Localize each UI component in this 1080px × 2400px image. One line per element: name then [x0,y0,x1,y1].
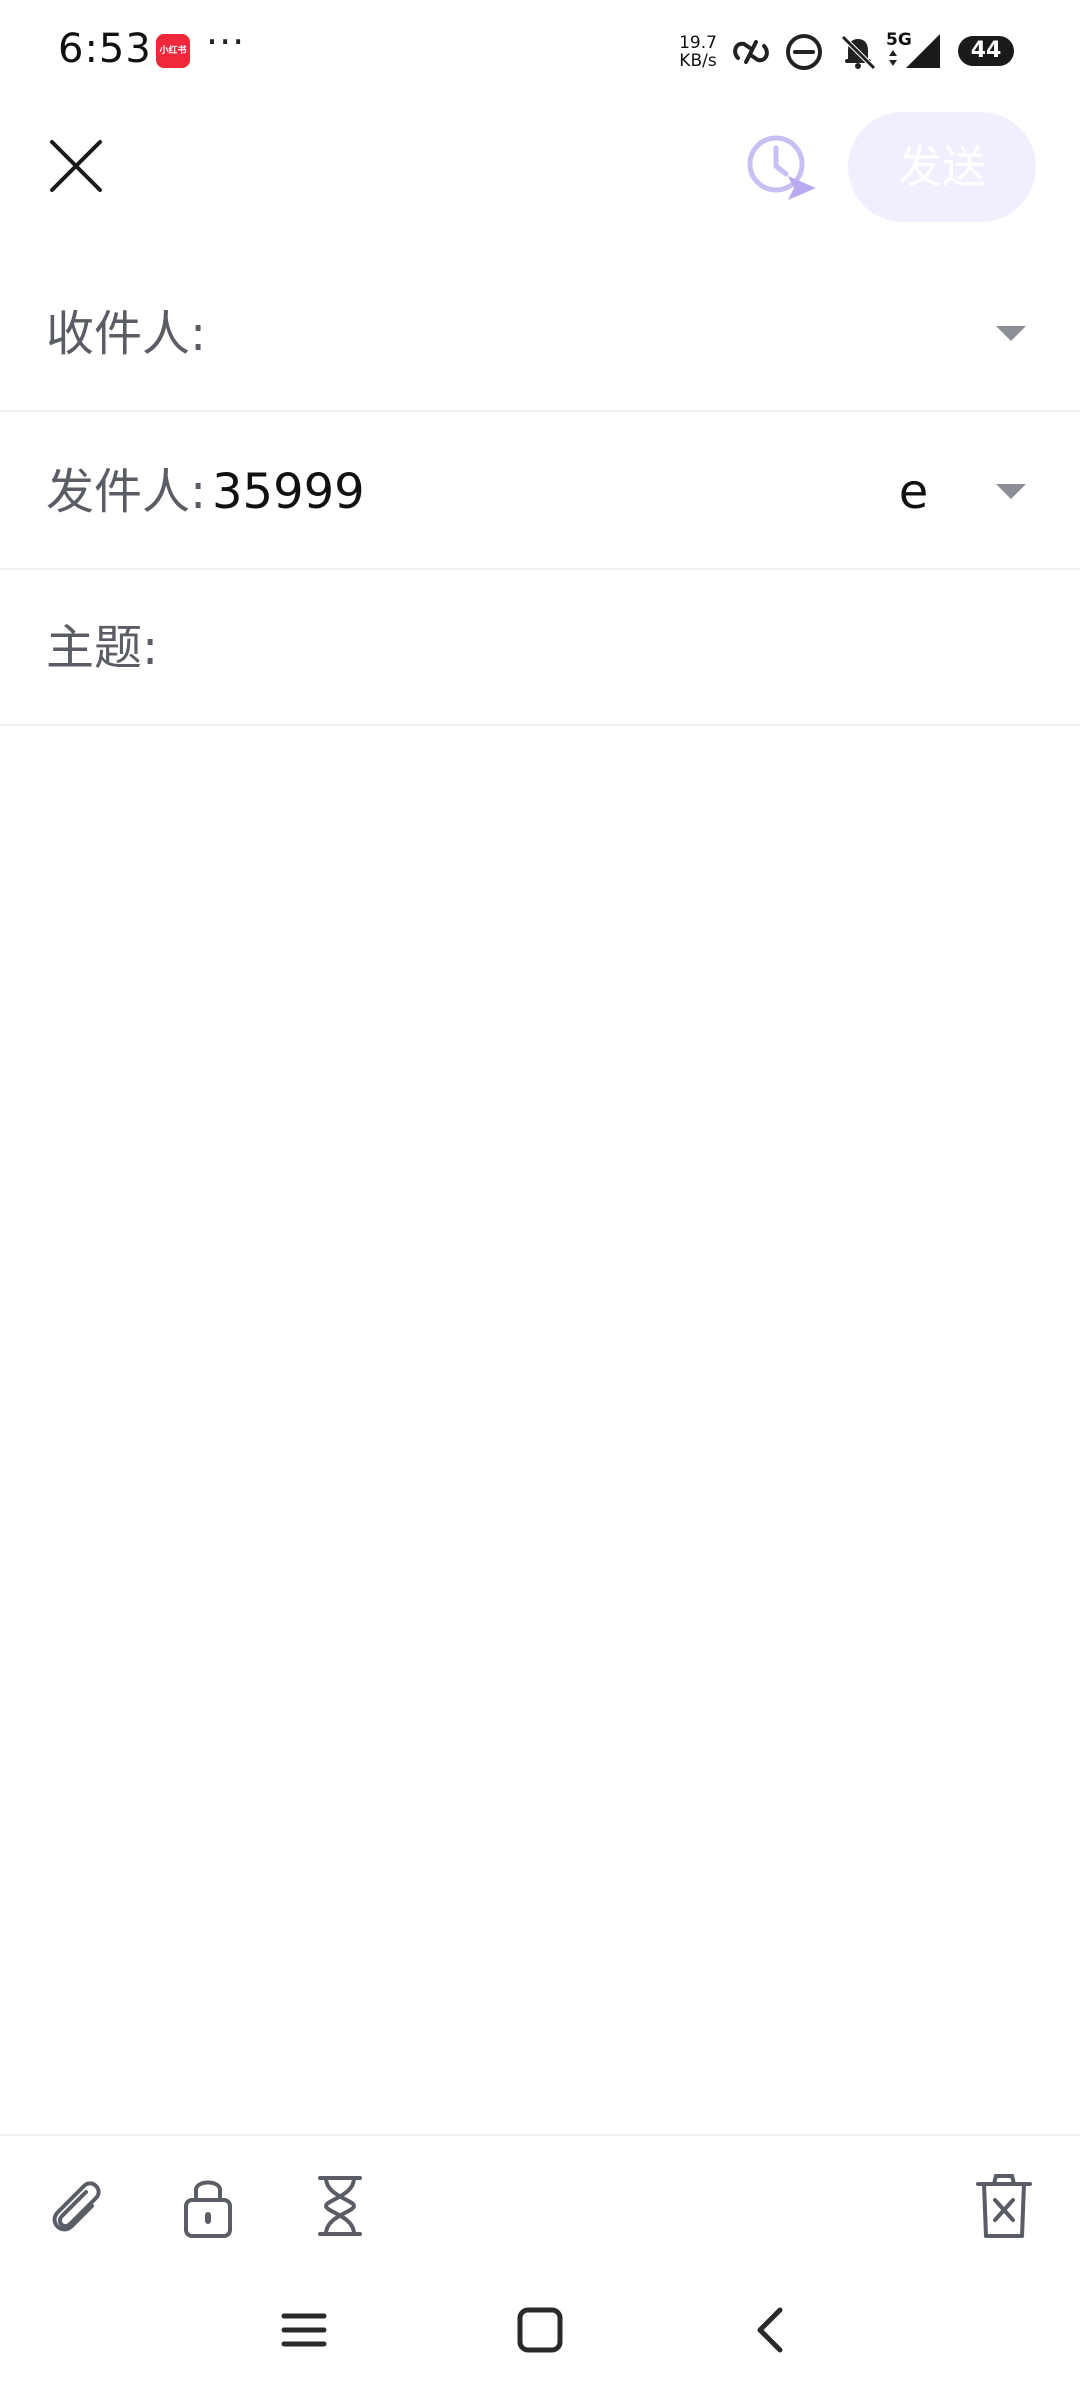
sender-row[interactable]: 发件人: 35999 e [0,414,1080,570]
xiaohongshu-app-icon: 小红书 [156,34,190,68]
status-time: 6:53 [58,26,152,72]
data-activity-icon [889,50,897,66]
more-notifications-icon: ··· [206,20,246,64]
network-speed-unit: KB/s [679,51,717,71]
sender-dropdown-icon[interactable] [996,484,1026,499]
recipient-label: 收件人: [46,306,207,362]
hotspot-link-icon [733,40,769,64]
recipient-dropdown-icon[interactable] [996,326,1026,341]
close-icon[interactable] [44,134,108,198]
compose-email-screen: 6:53 小红书 ··· 19.7 KB/s 5G 44 发送 收件人: 发件人… [0,0,1080,2400]
back-icon[interactable] [740,2300,800,2360]
subject-row[interactable]: 主题: [0,570,1080,726]
email-body-input[interactable] [0,726,1080,2138]
recipient-row[interactable]: 收件人: [0,256,1080,412]
status-bar: 6:53 小红书 ··· 19.7 KB/s 5G 44 [0,0,1080,104]
encrypt-lock-icon[interactable] [172,2170,244,2242]
do-not-disturb-icon [786,34,822,70]
network-speed: 19.7 KB/s [672,34,724,70]
bell-off-icon [841,35,876,70]
recipient-input[interactable] [212,300,976,370]
battery-level: 44 [958,36,1014,66]
send-button[interactable]: 发送 [848,112,1036,222]
sender-value: 35999 e [212,464,929,520]
cellular-signal-icon [906,34,940,68]
sender-label: 发件人: [46,464,207,520]
scheduled-send-icon[interactable] [742,130,822,204]
subject-label: 主题: [46,620,159,676]
compose-toolbar [0,2134,1080,2276]
delete-draft-icon[interactable] [968,2170,1040,2242]
menu-icon[interactable] [274,2300,334,2360]
network-speed-value: 19.7 [679,33,717,53]
expire-timer-icon[interactable] [304,2170,376,2242]
home-icon[interactable] [510,2300,570,2360]
attachment-icon[interactable] [40,2170,112,2242]
subject-input[interactable] [170,614,934,684]
